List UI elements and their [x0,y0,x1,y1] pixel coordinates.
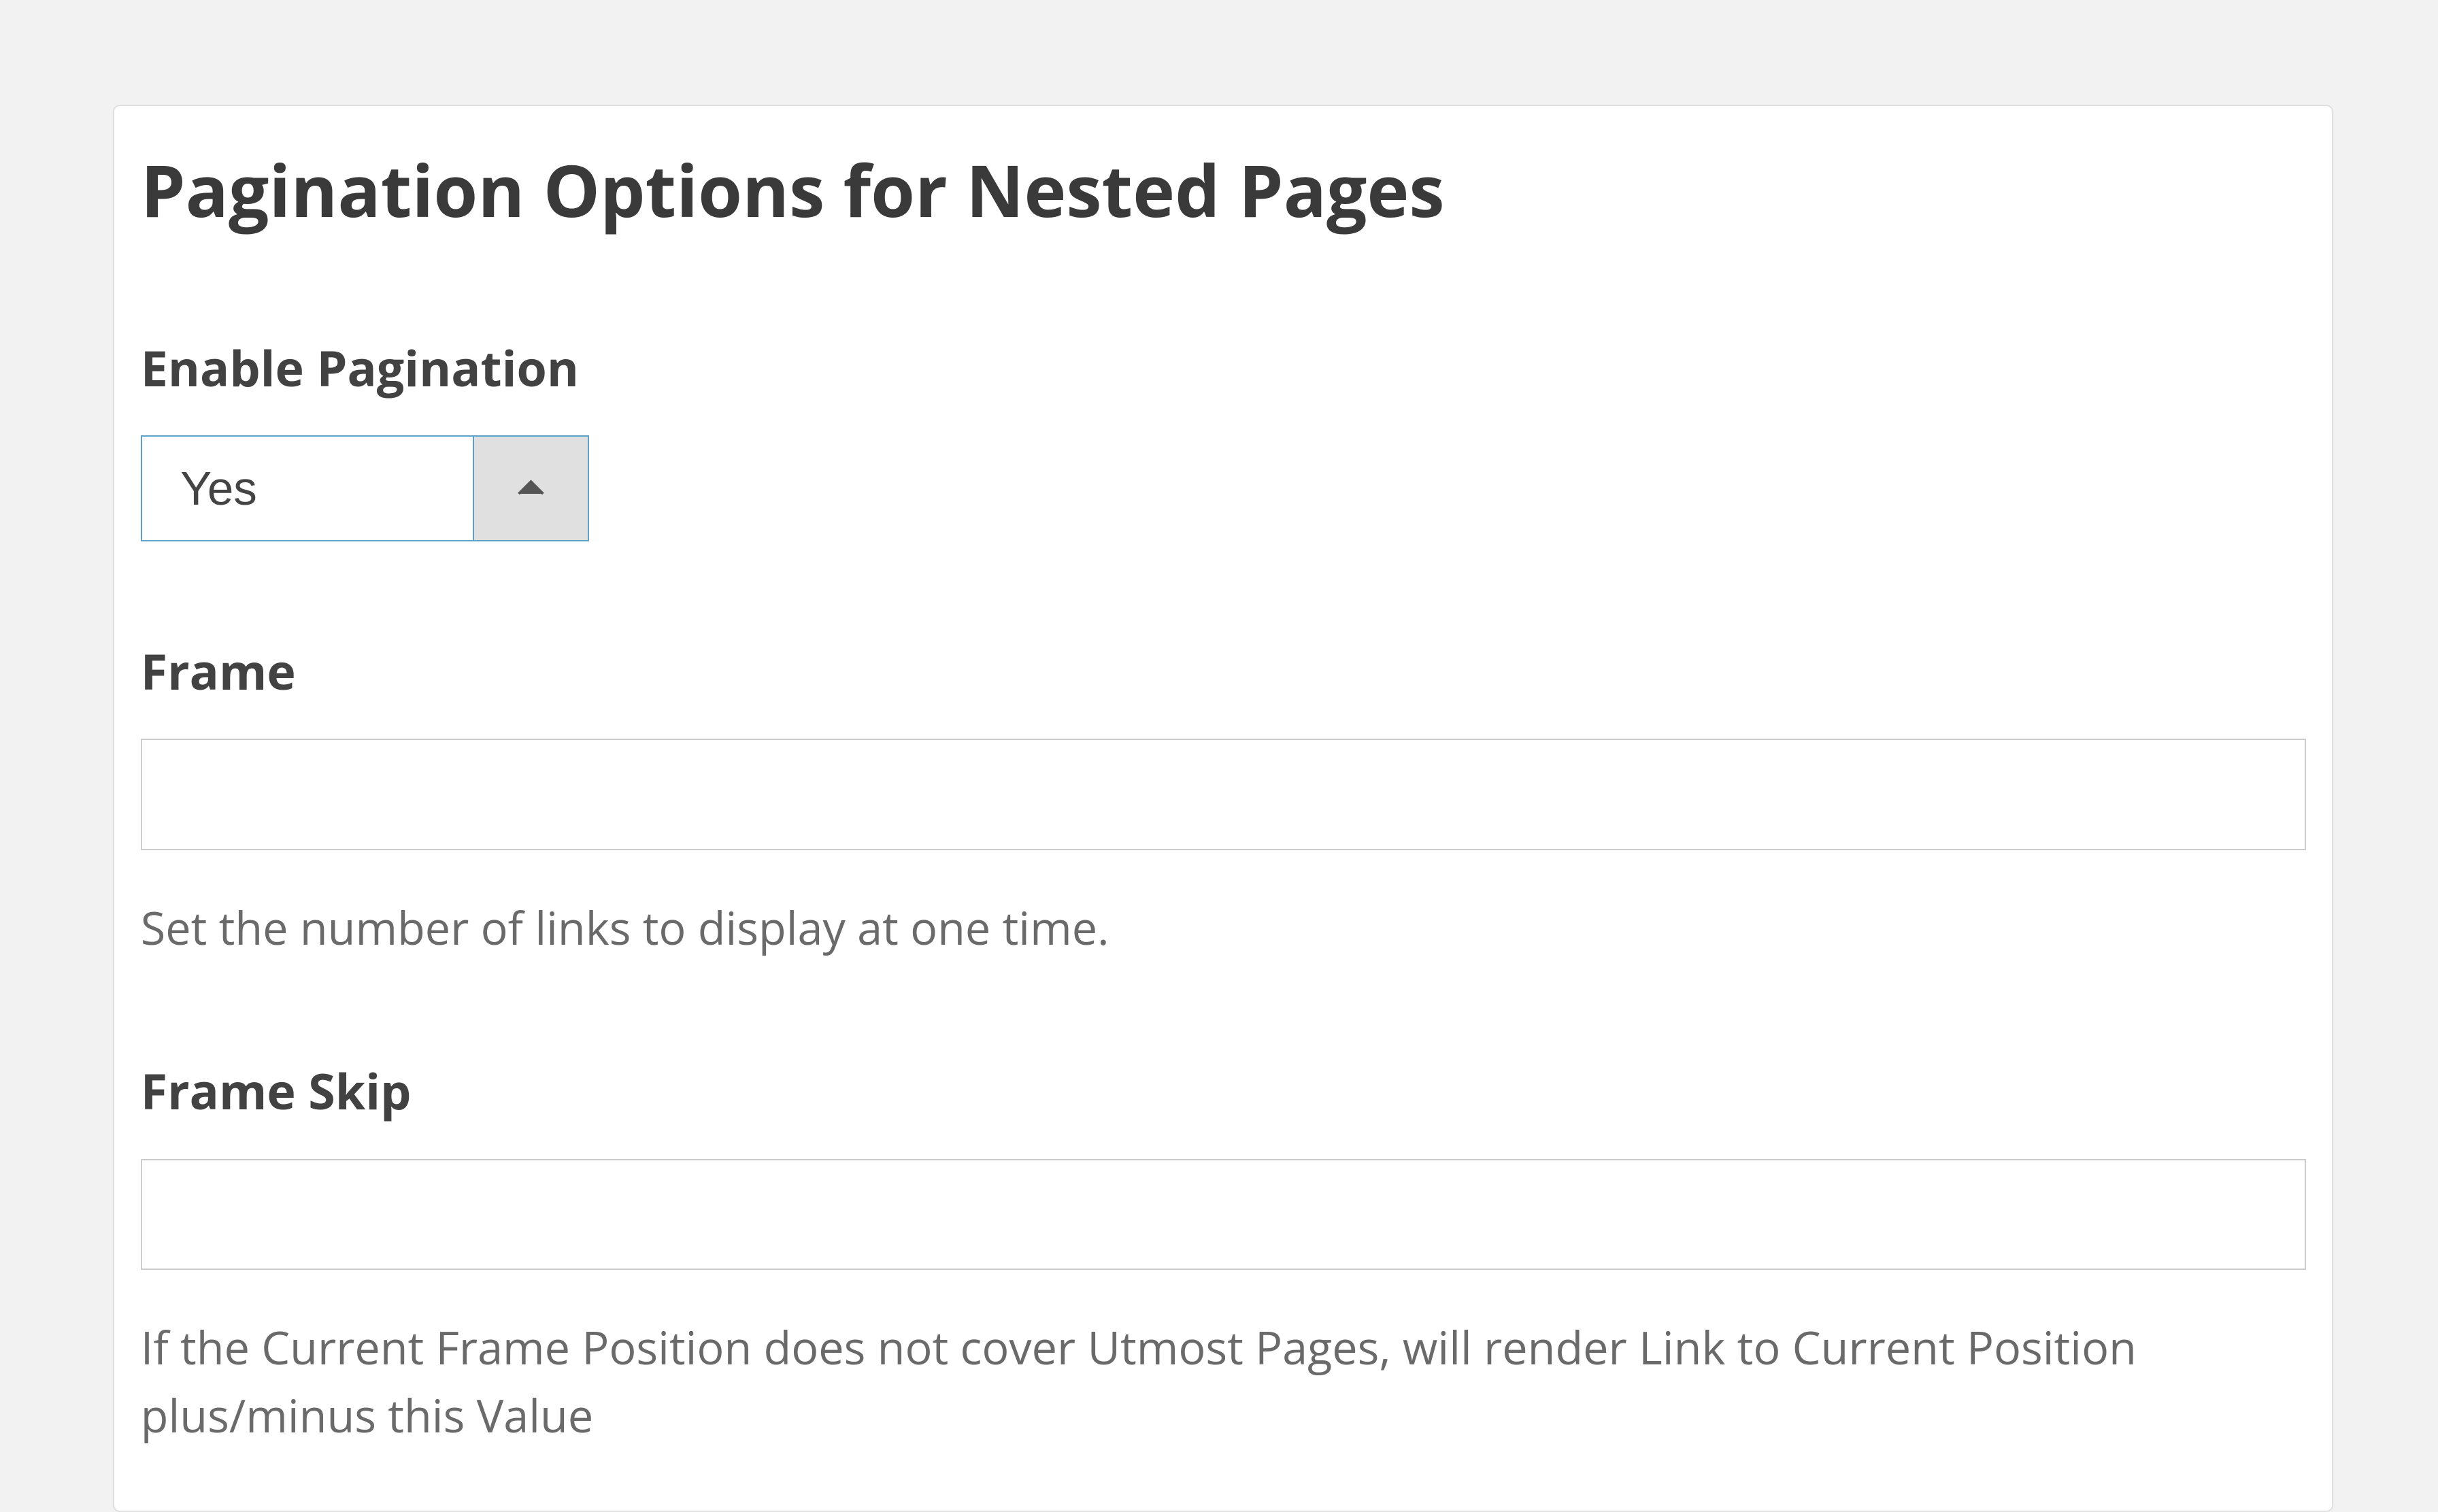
pagination-options-panel: Pagination Options for Nested Pages Enab… [113,105,2333,1512]
frame-skip-section: Frame Skip If the Current Frame Position… [141,1057,2306,1449]
enable-pagination-value[interactable]: Yes [142,437,473,540]
chevron-up-icon [517,475,545,501]
enable-pagination-label: Enable Pagination [141,334,2306,401]
enable-pagination-section: Enable Pagination Yes [141,334,2306,637]
frame-skip-input[interactable] [141,1159,2306,1271]
frame-label: Frame [141,637,2306,704]
enable-pagination-select[interactable]: Yes [141,435,589,541]
frame-section: Frame Set the number of links to display… [141,637,2306,962]
panel-title: Pagination Options for Nested Pages [141,141,2306,238]
frame-help-text: Set the number of links to display at on… [141,894,2306,962]
frame-input[interactable] [141,739,2306,850]
enable-pagination-toggle[interactable] [473,437,588,540]
frame-skip-help-text: If the Current Frame Position does not c… [141,1313,2306,1449]
frame-skip-label: Frame Skip [141,1057,2306,1124]
